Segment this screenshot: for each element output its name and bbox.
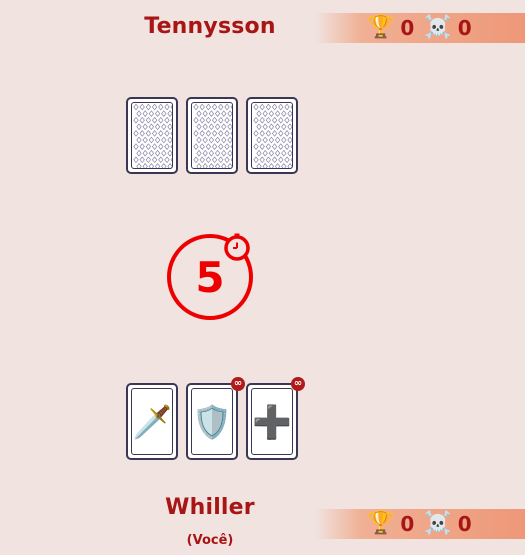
turn-timer: 5 xyxy=(167,233,253,320)
opponent-skull-count: 0 xyxy=(457,16,472,40)
card-back-pattern xyxy=(131,102,173,169)
diamond-pattern-icon xyxy=(253,103,292,168)
dagger-icon: 🗡️ xyxy=(131,388,173,455)
hand-card-shield[interactable]: 🛡️ ∞ xyxy=(186,377,245,460)
player-you-tag: (Você) xyxy=(186,533,234,548)
opponent-trophy-count: 0 xyxy=(400,16,415,40)
diamond-pattern-icon xyxy=(133,103,172,168)
hand-card-dagger[interactable]: 🗡️ xyxy=(126,383,178,460)
player-score-bar: 🏆 0 ☠️ 0 xyxy=(315,509,525,539)
infinity-badge-icon: ∞ xyxy=(231,377,245,391)
shield-icon: 🛡️ xyxy=(191,388,233,455)
skull-icon: ☠️ xyxy=(424,511,452,536)
stopwatch-icon xyxy=(224,233,250,261)
infinity-badge-icon: ∞ xyxy=(291,377,305,391)
hand-card-plus[interactable]: ➕ ∞ xyxy=(246,377,305,460)
opponent-card-back xyxy=(126,97,178,174)
opponent-name: Tennysson xyxy=(144,14,276,39)
trophy-icon: 🏆 xyxy=(367,15,395,40)
opponent-card-back xyxy=(186,97,238,174)
trophy-icon: 🏆 xyxy=(367,511,395,536)
timer-value: 5 xyxy=(195,253,224,302)
opponent-card-back xyxy=(246,97,298,174)
diamond-pattern-icon xyxy=(193,103,232,168)
opponent-score-bar: 🏆 0 ☠️ 0 xyxy=(315,13,525,43)
card-back-pattern xyxy=(251,102,293,169)
card-back-pattern xyxy=(191,102,233,169)
plus-icon: ➕ xyxy=(251,388,293,455)
skull-icon: ☠️ xyxy=(424,15,452,40)
player-skull-count: 0 xyxy=(457,512,472,536)
player-trophy-count: 0 xyxy=(400,512,415,536)
player-name: Whiller xyxy=(165,495,255,520)
